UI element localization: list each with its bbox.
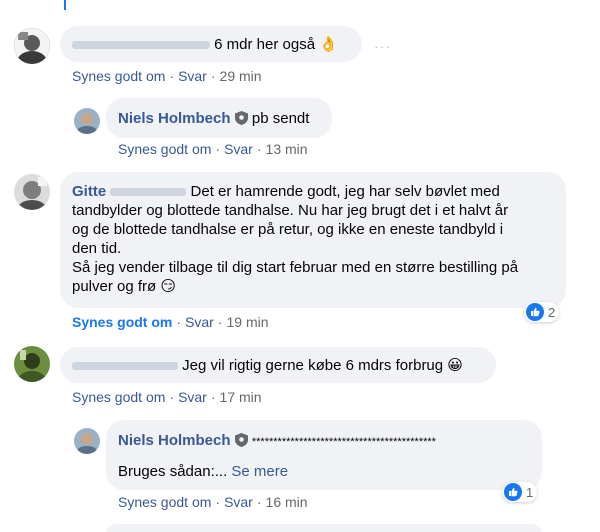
comment-bubble: Jeg vil rigtig gerne købe 6 mdrs forbrug… [60, 347, 496, 383]
reaction-count: 2 [548, 304, 556, 320]
comment-bubble: Gitte Det er hamrende godt, jeg har selv… [60, 172, 566, 308]
avatar[interactable] [14, 28, 50, 64]
comment-actions: Synes godt om · Svar · 19 min [72, 314, 269, 330]
reaction-count: 1 [526, 484, 534, 500]
avatar-photo-icon [74, 108, 100, 134]
comment-text-line: Det er hamrende godt, jeg har selv bøvle… [190, 183, 500, 200]
reply-link[interactable]: Svar [224, 494, 253, 510]
comment-bubble: Niels Holmbech pb sendt [106, 98, 332, 138]
reply-link[interactable]: Svar [178, 389, 207, 405]
admin-shield-icon [234, 111, 248, 125]
comment-text: Bruges sådan:... [118, 463, 228, 480]
reply-link[interactable]: Svar [224, 141, 253, 157]
thread-connector-line [64, 0, 66, 10]
more-options-icon[interactable]: ··· [374, 38, 391, 54]
like-link[interactable]: Synes godt om [118, 494, 211, 510]
masked-text: ****************************************… [251, 436, 436, 448]
redacted-name [110, 188, 187, 197]
author-name[interactable]: Niels Holmbech [118, 110, 231, 127]
comment-thread: 6 mdr her også 👌 ··· Synes godt om · Svar ·… [0, 0, 600, 532]
comment-bubble: Niels Holmbech *************************… [106, 420, 542, 490]
grin-emoji: 😀 [447, 357, 463, 374]
like-reaction-icon [504, 483, 522, 501]
comment-bubble-partial [106, 524, 542, 532]
reaction-summary[interactable]: 2 [524, 302, 560, 322]
avatar-photo-icon [14, 174, 50, 210]
comment-actions: Synes godt om · Svar · 16 min [118, 494, 308, 510]
smirk-emoji: 😏 [160, 278, 177, 295]
comment-text: 6 mdr her også [214, 36, 316, 53]
like-link[interactable]: Synes godt om [72, 314, 172, 330]
reply-link[interactable]: Svar [178, 68, 207, 84]
author-name[interactable]: Niels Holmbech [118, 432, 231, 449]
comment-text-line: og de blottede tandhalse er på retur, og… [72, 221, 504, 238]
avatar[interactable] [14, 174, 50, 210]
comment-text-line: Så jeg vender tilbage til dig start febr… [72, 259, 519, 276]
like-link[interactable]: Synes godt om [72, 389, 165, 405]
avatar[interactable] [74, 428, 100, 454]
avatar-photo-icon [14, 28, 50, 64]
comment-text: Jeg vil rigtig gerne købe 6 mdrs forbrug [182, 357, 444, 374]
comment-text-line: den tid. [72, 240, 122, 257]
like-link[interactable]: Synes godt om [72, 68, 165, 84]
like-link[interactable]: Synes godt om [118, 141, 211, 157]
avatar-photo-icon [74, 428, 100, 454]
timestamp[interactable]: 29 min [220, 68, 262, 84]
comment-actions: Synes godt om · Svar · 13 min [118, 141, 308, 157]
timestamp[interactable]: 13 min [266, 141, 308, 157]
timestamp[interactable]: 17 min [220, 389, 262, 405]
comment-text-line: tandbylder og blottede tandhalse. Nu har… [72, 202, 509, 219]
admin-shield-icon [234, 433, 248, 447]
timestamp[interactable]: 16 min [266, 494, 308, 510]
see-more-link[interactable]: Se mere [231, 463, 288, 480]
comment-actions: Synes godt om · Svar · 17 min [72, 389, 262, 405]
comment-actions: Synes godt om · Svar · 29 min [72, 68, 262, 84]
redacted-name [72, 41, 210, 50]
redacted-name [72, 362, 178, 371]
comment-text-line: pulver og frø [72, 278, 157, 295]
comment-text: pb sendt [251, 110, 310, 127]
avatar-photo-icon [14, 346, 50, 382]
avatar[interactable] [14, 346, 50, 382]
timestamp[interactable]: 19 min [227, 314, 269, 330]
ok-hand-emoji: 👌 [319, 36, 338, 53]
comment-bubble: 6 mdr her også 👌 [60, 26, 362, 62]
like-reaction-icon [526, 303, 544, 321]
reply-link[interactable]: Svar [185, 314, 214, 330]
avatar[interactable] [74, 108, 100, 134]
reaction-summary[interactable]: 1 [502, 482, 538, 502]
author-name[interactable]: Gitte [72, 183, 106, 200]
